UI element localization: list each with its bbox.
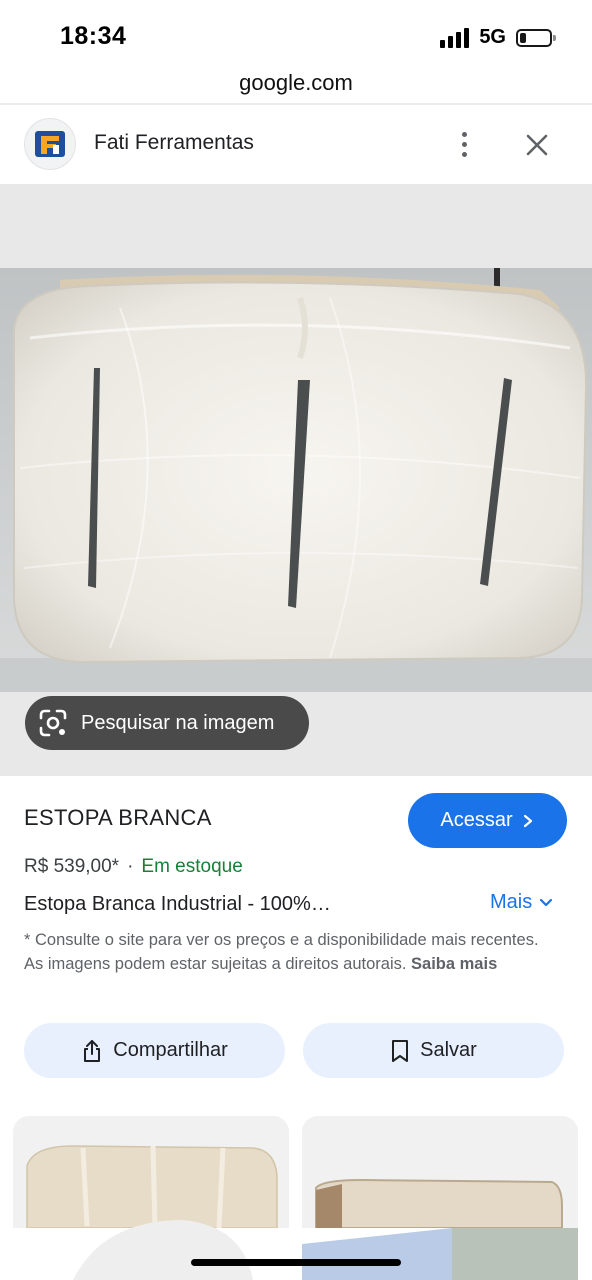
save-button[interactable]: Salvar (303, 1023, 564, 1078)
source-header: Fati Ferramentas (0, 106, 592, 184)
access-button[interactable]: Acessar (408, 793, 567, 848)
more-label: Mais (490, 891, 533, 913)
disclaimer: * Consulte o site para ver os preços e a… (24, 928, 544, 976)
product-photo[interactable] (0, 268, 592, 692)
price-separator: · (127, 856, 134, 877)
signal-icon (440, 27, 470, 48)
more-vert-icon[interactable] (452, 128, 476, 160)
save-label: Salvar (420, 1039, 477, 1061)
access-button-label: Acessar (440, 809, 513, 831)
share-button[interactable]: Compartilhar (24, 1023, 285, 1078)
home-indicator[interactable] (191, 1259, 401, 1266)
status-time: 18:34 (60, 22, 127, 50)
more-button[interactable]: Mais (490, 891, 554, 914)
learn-more-link[interactable]: Saiba mais (411, 955, 497, 973)
chevron-down-icon (540, 898, 553, 906)
source-logo[interactable] (24, 118, 76, 170)
lens-search-icon (39, 709, 67, 737)
product-description: Estopa Branca Industrial - 100%… (24, 893, 331, 915)
related-product-image (13, 1116, 289, 1280)
related-product-card[interactable] (302, 1116, 578, 1280)
source-name[interactable]: Fati Ferramentas (94, 131, 254, 155)
price-row: R$ 539,00* · Em estoque (24, 856, 243, 878)
network-type: 5G (479, 26, 506, 48)
bookmark-icon (392, 1039, 409, 1062)
share-icon (84, 1039, 101, 1062)
related-product-image (302, 1116, 578, 1280)
product-title: ESTOPA BRANCA (24, 805, 212, 830)
search-in-image-button[interactable]: Pesquisar na imagem (25, 696, 309, 750)
close-icon[interactable] (522, 130, 552, 160)
status-indicators: 5G (440, 26, 556, 49)
search-in-image-label: Pesquisar na imagem (81, 711, 275, 734)
brand-logo-icon (35, 131, 65, 157)
related-product-card[interactable] (13, 1116, 289, 1280)
stock-status: Em estoque (141, 856, 243, 877)
status-bar: 18:34 5G (0, 0, 592, 70)
share-label: Compartilhar (113, 1039, 228, 1061)
url-bar[interactable]: google.com (0, 62, 592, 104)
divider (0, 103, 592, 105)
battery-icon (516, 28, 556, 47)
chevron-right-icon (523, 814, 532, 827)
price: R$ 539,00* (24, 856, 120, 877)
product-image-panel: Pesquisar na imagem (0, 184, 592, 776)
